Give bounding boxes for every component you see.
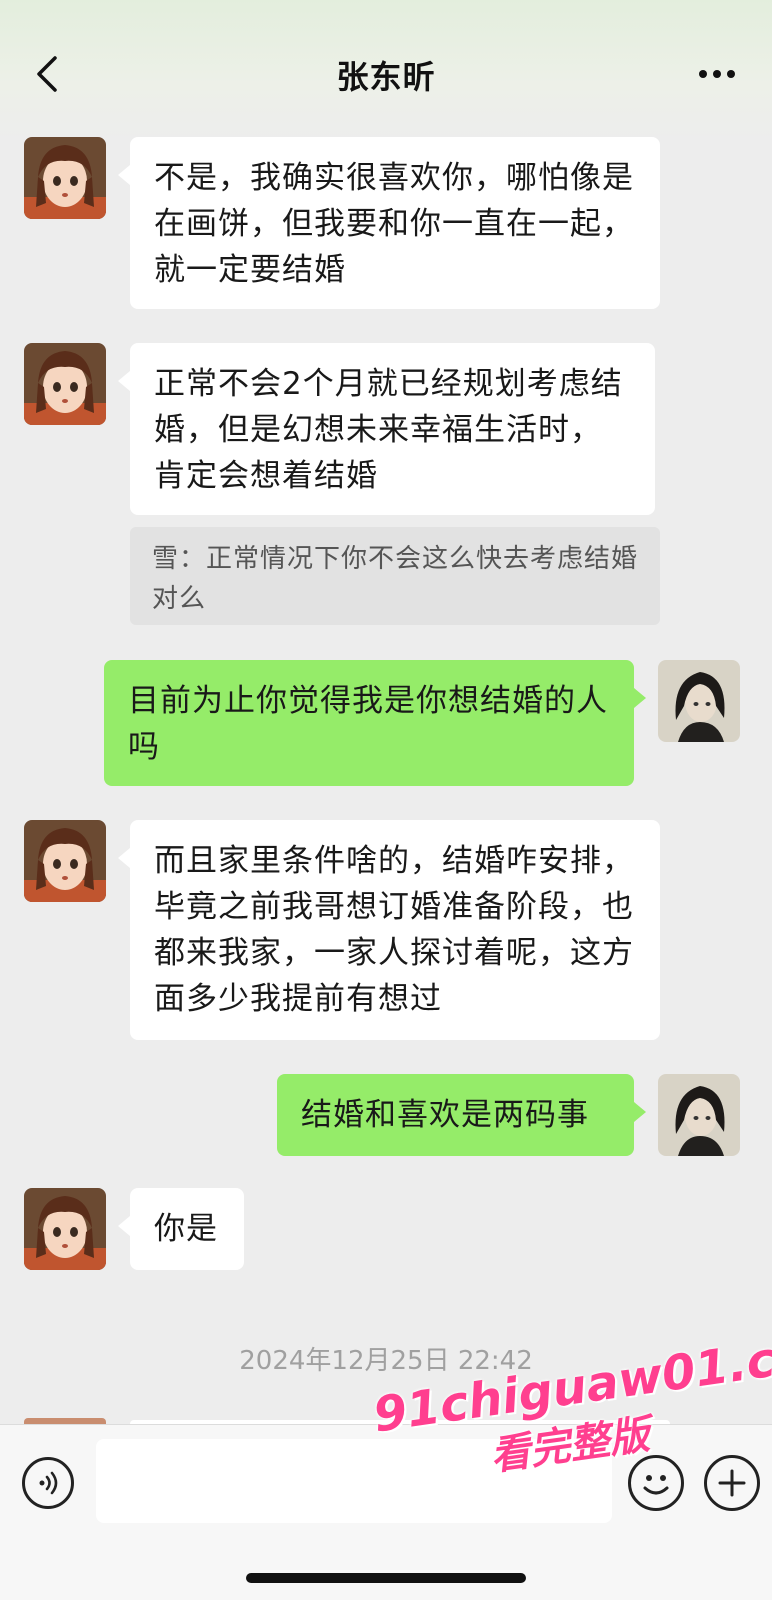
plus-button[interactable] (704, 1455, 760, 1511)
dark-hair-avatar-icon (658, 1074, 740, 1156)
top-bar: 张东昕 (0, 0, 772, 140)
message-bubble-incoming[interactable]: 正常不会2个月就已经规划考虑结婚，但是幻想未来幸福生活时，肯定会想着结婚 (118, 343, 655, 515)
dark-hair-avatar-icon (658, 660, 740, 742)
message-text: 正常不会2个月就已经规划考虑结婚，但是幻想未来幸福生活时，肯定会想着结婚 (154, 366, 623, 494)
contact-avatar[interactable] (24, 1188, 106, 1270)
message-text: 而且家里条件啥的，结婚咋安排，毕竟之前我哥想订婚准备阶段，也都来我家，一家人探讨… (154, 843, 634, 1017)
message-bubble-outgoing[interactable]: 结婚和喜欢是两码事 (277, 1074, 646, 1156)
anime-girl-avatar-icon (24, 343, 106, 425)
quoted-text: 雪：正常情况下你不会这么快去考虑结婚对么 (152, 544, 639, 614)
chat-title: 张东昕 (336, 58, 436, 96)
anime-girl-avatar-icon (24, 820, 106, 902)
voice-icon (39, 1471, 58, 1495)
message-text: 结婚和喜欢是两码事 (301, 1097, 589, 1133)
self-avatar[interactable] (658, 1074, 740, 1156)
message-text: 不是，我确实很喜欢你，哪怕像是在画饼，但我要和你一直在一起，就一定要结婚 (154, 160, 634, 288)
composer-bar (0, 1424, 772, 1600)
message-bubble-outgoing[interactable]: 目前为止你觉得我是你想结婚的人吗 (104, 660, 646, 786)
message-timestamp: 2024年12月25日 22:42 (239, 1346, 533, 1376)
voice-button[interactable] (22, 1457, 74, 1509)
emoji-button[interactable] (628, 1455, 684, 1511)
message-text: 目前为止你觉得我是你想结婚的人吗 (128, 683, 608, 765)
message-bubble-incoming[interactable]: 不是，我确实很喜欢你，哪怕像是在画饼，但我要和你一直在一起，就一定要结婚 (118, 137, 660, 309)
anime-girl-avatar-icon (24, 1188, 106, 1270)
anime-girl-avatar-icon (24, 137, 106, 219)
message-bubble-incoming[interactable]: 而且家里条件啥的，结婚咋安排，毕竟之前我哥想订婚准备阶段，也都来我家，一家人探讨… (118, 820, 660, 1040)
self-avatar[interactable] (658, 660, 740, 742)
contact-avatar[interactable] (24, 820, 106, 902)
message-text: 你是 (154, 1211, 218, 1247)
message-input[interactable] (96, 1439, 612, 1523)
plus-icon (718, 1469, 746, 1497)
quoted-message[interactable]: 雪：正常情况下你不会这么快去考虑结婚对么 (130, 527, 660, 625)
contact-avatar[interactable] (24, 343, 106, 425)
more-dots-icon (699, 70, 707, 78)
home-indicator (246, 1573, 526, 1583)
emoji-icon (643, 1475, 669, 1495)
more-button[interactable] (692, 54, 742, 94)
message-bubble-incoming[interactable]: 你是 (118, 1188, 244, 1270)
contact-avatar[interactable] (24, 137, 106, 219)
